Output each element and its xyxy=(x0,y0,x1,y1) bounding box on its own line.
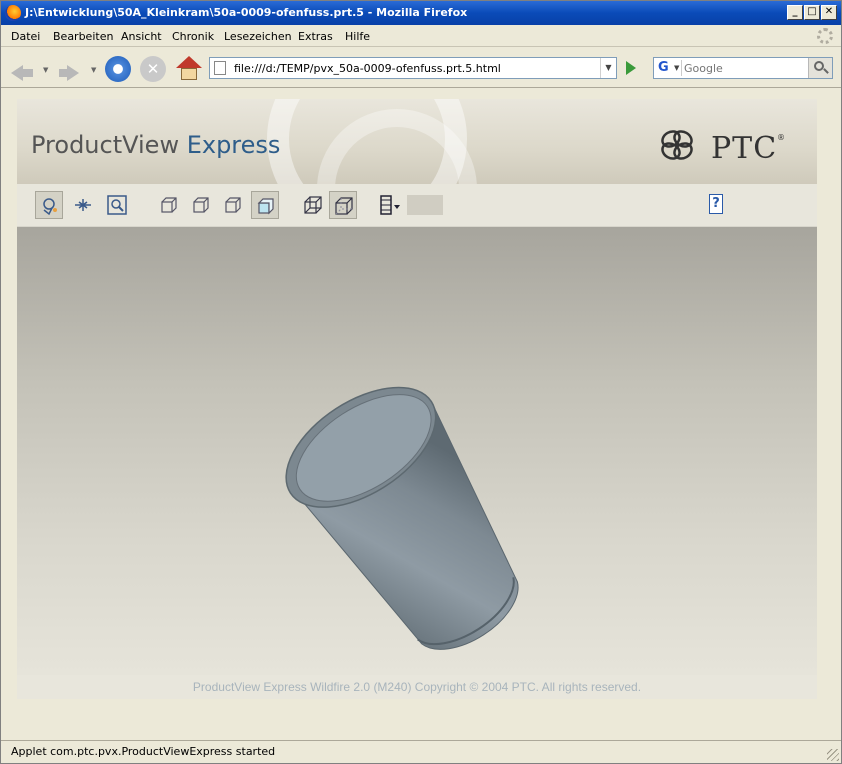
wireframe-view-button[interactable] xyxy=(299,191,327,219)
product-title: ProductView Express xyxy=(31,131,281,159)
forward-button[interactable] xyxy=(57,56,83,82)
shaded-view-button[interactable] xyxy=(251,191,279,219)
address-text[interactable]: file:///d:/TEMP/pvx_50a-0009-ofenfuss.pr… xyxy=(234,62,501,75)
menu-lesezeichen[interactable]: Lesezeichen xyxy=(224,30,292,43)
cube-top-icon xyxy=(225,197,241,213)
view-side-button[interactable] xyxy=(187,191,215,219)
cube-front-icon xyxy=(161,197,177,213)
forward-arrow-icon xyxy=(67,65,79,81)
menu-chronik[interactable]: Chronik xyxy=(172,30,214,43)
back-arrow-icon xyxy=(11,65,23,81)
google-icon: G xyxy=(658,60,669,75)
page-content: ProductView Express PTC ® ? ProductView … xyxy=(1,89,841,739)
home-icon xyxy=(176,56,202,68)
reload-button[interactable] xyxy=(105,56,131,82)
go-arrow-icon xyxy=(626,61,636,75)
status-text: Applet com.ptc.pvx.ProductViewExpress st… xyxy=(11,745,276,758)
throbber-icon xyxy=(817,28,833,44)
wireframe-cube-icon xyxy=(304,196,322,214)
forward-history-dropdown[interactable]: ▼ xyxy=(91,66,96,74)
menu-bar: Datei Bearbeiten Ansicht Chronik Lesezei… xyxy=(1,25,841,47)
window-title: J:\Entwicklung\50A_Kleinkram\50a-0009-of… xyxy=(25,6,468,19)
back-history-dropdown[interactable]: ▼ xyxy=(43,66,48,74)
ptc-logo-icon xyxy=(661,130,693,160)
address-dropdown[interactable]: ▼ xyxy=(600,58,616,78)
search-engine-selector[interactable]: G ▼ xyxy=(656,60,682,76)
applet-banner: ProductView Express PTC ® xyxy=(17,99,817,184)
color-swatch[interactable] xyxy=(407,195,443,215)
title-bar: J:\Entwicklung\50A_Kleinkram\50a-0009-of… xyxy=(1,1,841,25)
back-button[interactable] xyxy=(9,56,35,82)
status-bar: Applet com.ptc.pvx.ProductViewExpress st… xyxy=(1,740,841,763)
browser-window: J:\Entwicklung\50A_Kleinkram\50a-0009-of… xyxy=(0,0,842,764)
viewer-toolbar: ? xyxy=(17,184,817,227)
hidden-line-cube-icon xyxy=(335,197,353,215)
menu-extras[interactable]: Extras xyxy=(298,30,333,43)
resize-grip[interactable] xyxy=(827,749,839,761)
help-button[interactable]: ? xyxy=(709,194,723,214)
search-bar: G ▼ xyxy=(653,57,833,79)
menu-ansicht[interactable]: Ansicht xyxy=(121,30,162,43)
productview-applet: ProductView Express PTC ® ? ProductView … xyxy=(17,99,817,699)
shaded-cube-icon xyxy=(257,198,274,215)
registered-mark: ® xyxy=(777,133,785,142)
cylinder-model[interactable] xyxy=(17,227,817,675)
copyright-text: ProductView Express Wildfire 2.0 (M240) … xyxy=(192,680,642,694)
pan-tool-button[interactable] xyxy=(69,191,97,219)
applet-footer: ProductView Express Wildfire 2.0 (M240) … xyxy=(17,675,817,699)
menu-bearbeiten[interactable]: Bearbeiten xyxy=(53,30,113,43)
go-button[interactable] xyxy=(621,59,639,77)
zoom-window-button[interactable] xyxy=(103,191,131,219)
search-input[interactable] xyxy=(684,61,804,76)
search-button[interactable] xyxy=(808,58,832,78)
animation-menu-button[interactable] xyxy=(375,191,403,219)
film-strip-icon xyxy=(380,195,400,215)
maximize-button[interactable]: □ xyxy=(804,5,820,20)
rotate-icon xyxy=(43,198,57,216)
rotate-tool-button[interactable] xyxy=(35,191,63,219)
close-button[interactable]: ✕ xyxy=(821,5,837,20)
zoom-window-icon xyxy=(107,195,127,215)
view-top-button[interactable] xyxy=(219,191,247,219)
firefox-icon[interactable] xyxy=(5,5,21,21)
hidden-line-view-button[interactable] xyxy=(329,191,357,219)
minimize-button[interactable]: _ xyxy=(787,5,803,20)
address-bar[interactable]: file:///d:/TEMP/pvx_50a-0009-ofenfuss.pr… xyxy=(209,57,617,79)
menu-hilfe[interactable]: Hilfe xyxy=(345,30,370,43)
fly-icon xyxy=(75,199,91,211)
ptc-wordmark: PTC xyxy=(711,131,778,166)
page-icon xyxy=(214,61,226,75)
3d-viewport[interactable] xyxy=(17,227,817,675)
stop-button[interactable]: ✕ xyxy=(140,56,166,82)
home-button[interactable] xyxy=(176,56,202,82)
menu-datei[interactable]: Datei xyxy=(11,30,40,43)
cube-side-icon xyxy=(193,197,209,213)
view-front-button[interactable] xyxy=(155,191,183,219)
